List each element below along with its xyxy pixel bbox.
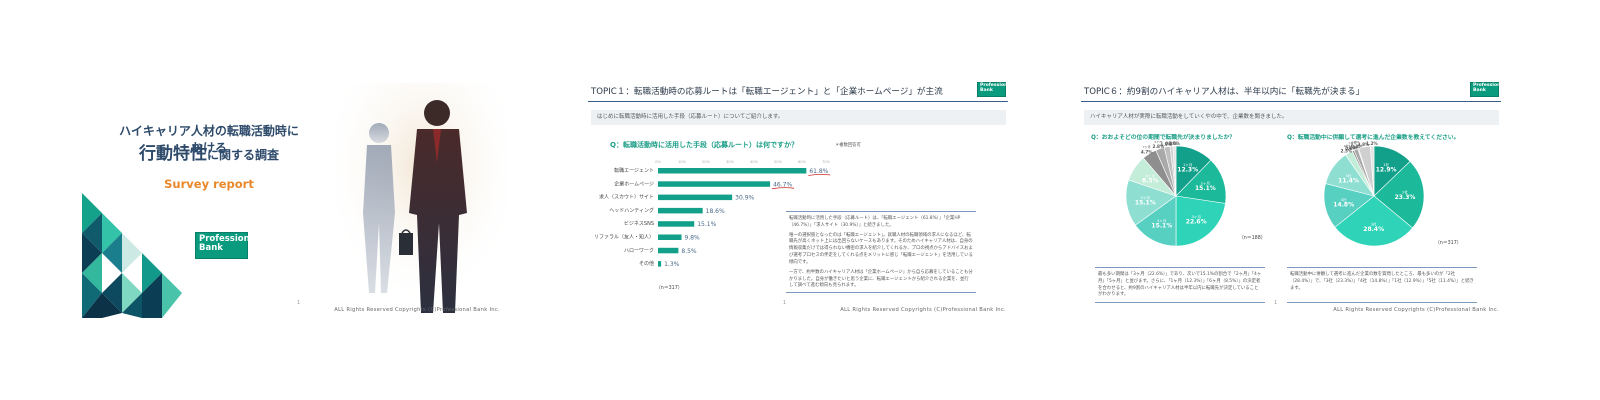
sample-size-label: （n＝317） bbox=[656, 286, 683, 291]
analysis-paragraph: 唯一の選択肢となったのは「転職エージェント」。就職人材の転職領域の求人になるほど… bbox=[789, 232, 973, 265]
business-people-illustration bbox=[337, 83, 507, 318]
bar bbox=[658, 207, 703, 214]
question-company-count: Q：転職活動中に併願して選考に進んだ企業数を教えてください。 bbox=[1287, 135, 1460, 141]
category-label: ビジネスSNS bbox=[624, 220, 654, 227]
title-divider bbox=[1081, 101, 1501, 102]
slice-value-label: 28.4% bbox=[1363, 226, 1384, 233]
x-tick-label: 20% bbox=[702, 160, 711, 164]
copyright-footer: ALL Rights Reserved Copyrights (C)Profes… bbox=[334, 307, 500, 313]
page-number: 1 bbox=[1274, 300, 1278, 306]
sample-size-label: （n＝188） bbox=[1239, 236, 1266, 241]
cover-title-emphasis: 行動特性 bbox=[138, 144, 207, 164]
bar-value-label: 30.9% bbox=[735, 195, 754, 202]
intro-banner: はじめに転職活動時に活用した手段（応募ルート）についてご紹介します。 bbox=[591, 110, 1006, 125]
bar bbox=[658, 247, 679, 254]
slice-value-label: 4.7% bbox=[1141, 149, 1153, 154]
analysis-text-company-count: 転職活動中に併願して選考に進んだ企業の数を質問したところ、最も多いのが「2社（2… bbox=[1287, 267, 1477, 303]
category-label: ヘッドハンティング bbox=[609, 207, 654, 214]
x-tick-label: 60% bbox=[798, 160, 807, 164]
bar-value-label: 8.5% bbox=[681, 248, 697, 255]
bar-value-label: 18.6% bbox=[706, 208, 725, 215]
triangle-pattern-decoration bbox=[82, 193, 182, 318]
category-label: その他 bbox=[639, 260, 654, 267]
cover-subtitle: Survey report bbox=[164, 177, 254, 191]
slice-category-label: 7ヶ月 bbox=[1143, 145, 1151, 149]
bar-value-label: 1.3% bbox=[664, 261, 680, 268]
slice-value-label: 15.1% bbox=[1151, 223, 1172, 230]
bar-value-label: 9.8% bbox=[685, 235, 701, 242]
bar bbox=[658, 181, 771, 187]
pie-chart-period: 1ヶ月12.3%2ヶ月15.1%3ヶ月22.6%4ヶ月15.1%5ヶ月15.1%… bbox=[1125, 141, 1227, 247]
page-number: 1 bbox=[783, 300, 787, 306]
bar bbox=[658, 221, 695, 227]
pie-chart-company-count: 1社12.9%2社23.3%3社28.4%4社14.8%5社11.4%6社2.5… bbox=[1323, 141, 1425, 247]
title-divider bbox=[588, 101, 1008, 102]
slice-value-label: 11.4% bbox=[1338, 177, 1359, 184]
sample-size-label: （n＝317） bbox=[1435, 241, 1462, 246]
category-label: リファラル（友人・知人） bbox=[594, 234, 654, 241]
x-tick-label: 10% bbox=[678, 160, 687, 164]
bar-value-label: 61.8% bbox=[809, 168, 828, 175]
cover-title-rest: に関する調査 bbox=[206, 148, 279, 162]
slice-value-label: 22.6% bbox=[1186, 219, 1207, 226]
copyright-footer: ALL Rights Reserved Copyrights (C)Profes… bbox=[1333, 307, 1499, 313]
x-tick-label: 40% bbox=[750, 160, 759, 164]
bar bbox=[658, 194, 733, 201]
slide-topic6[interactable]: TOPIC６：約9割のハイキャリア人材は、半年以内に「転職先が決まる」 Prof… bbox=[1081, 73, 1509, 318]
slice-value-label: 15.1% bbox=[1135, 200, 1156, 207]
bar bbox=[658, 234, 682, 240]
slice-value-label: 15.1% bbox=[1195, 185, 1216, 192]
x-tick-label: 30% bbox=[726, 160, 735, 164]
cover-title-line2: 行動特性に関する調査 bbox=[114, 139, 304, 164]
slice-value-label: 1.2% bbox=[1366, 141, 1378, 146]
copyright-footer: ALL Rights Reserved Copyrights (C)Profes… bbox=[840, 307, 1006, 313]
page-number: 1 bbox=[297, 300, 301, 306]
multiple-answer-note: ＊複数回答可 bbox=[835, 143, 861, 148]
analysis-paragraph: 一方で、約半数のハイキャリア人材は「企業ホームページ」から自ら応募をしていること… bbox=[789, 269, 973, 289]
slice-value-label: 8.5% bbox=[1142, 178, 1159, 185]
bar-value-label: 46.7% bbox=[773, 181, 792, 188]
slice-value-label: 14.8% bbox=[1333, 201, 1354, 208]
x-tick-label: 0% bbox=[655, 160, 661, 164]
x-tick-label: 70% bbox=[822, 160, 831, 164]
slide-cover[interactable]: ハイキャリア人材の転職活動時における 行動特性に関する調査 Survey rep… bbox=[82, 73, 510, 318]
analysis-paragraph: 転職活動時に活用した手段（応募ルート）は、「転職エージェント（61.8%）」「企… bbox=[789, 216, 961, 228]
category-label: ハローワーク bbox=[624, 248, 654, 254]
bar-value-label: 15.1% bbox=[697, 221, 716, 228]
x-tick-label: 50% bbox=[774, 160, 783, 164]
slice-value-label: 23.3% bbox=[1395, 194, 1416, 201]
bar bbox=[658, 168, 807, 174]
analysis-text: 転職活動時に活用した手段（応募ルート）は、「転職エージェント（61.8%）」「企… bbox=[786, 211, 976, 293]
professional-bank-logo: Professional Bank bbox=[195, 232, 258, 259]
slice-value-label: 12.9% bbox=[1376, 166, 1397, 173]
slide-topic1[interactable]: TOPIC１：転職活動時の応募ルートは「転職エージェント」と「企業ホームページ」… bbox=[588, 73, 1016, 318]
bar bbox=[658, 261, 662, 267]
analysis-text-period: 最も多い期間は「3ヶ月（22.6%）」であり、次いで15.1%の割合で「2ヶ月」… bbox=[1095, 267, 1265, 303]
intro-banner: ハイキャリア人材が実際に転職活動をしていくやの中で、企業数を聞きました。 bbox=[1084, 110, 1499, 125]
category-label: 企業ホームページ bbox=[614, 180, 654, 187]
category-label: 転職エージェント bbox=[614, 167, 654, 174]
professional-bank-logo: Professional Bank bbox=[977, 82, 1012, 97]
slice-value-label: 12.3% bbox=[1177, 166, 1198, 173]
professional-bank-logo: Professional Bank bbox=[1470, 82, 1505, 97]
topic-title: TOPIC１：転職活動時の応募ルートは「転職エージェント」と「企業ホームページ」… bbox=[591, 87, 943, 97]
topic-title: TOPIC６：約9割のハイキャリア人材は、半年以内に「転職先が決まる」 bbox=[1084, 87, 1365, 97]
category-label: 求人（スカウト）サイト bbox=[599, 194, 654, 201]
question-period: Q：おおよそどの位の期間で転職先が決まりましたか？ bbox=[1091, 135, 1236, 141]
question-title: Q：転職活動時に活用した手段（応募ルート）は何ですか？ bbox=[610, 141, 798, 149]
slice-value-label: 1.0% bbox=[1168, 141, 1180, 146]
